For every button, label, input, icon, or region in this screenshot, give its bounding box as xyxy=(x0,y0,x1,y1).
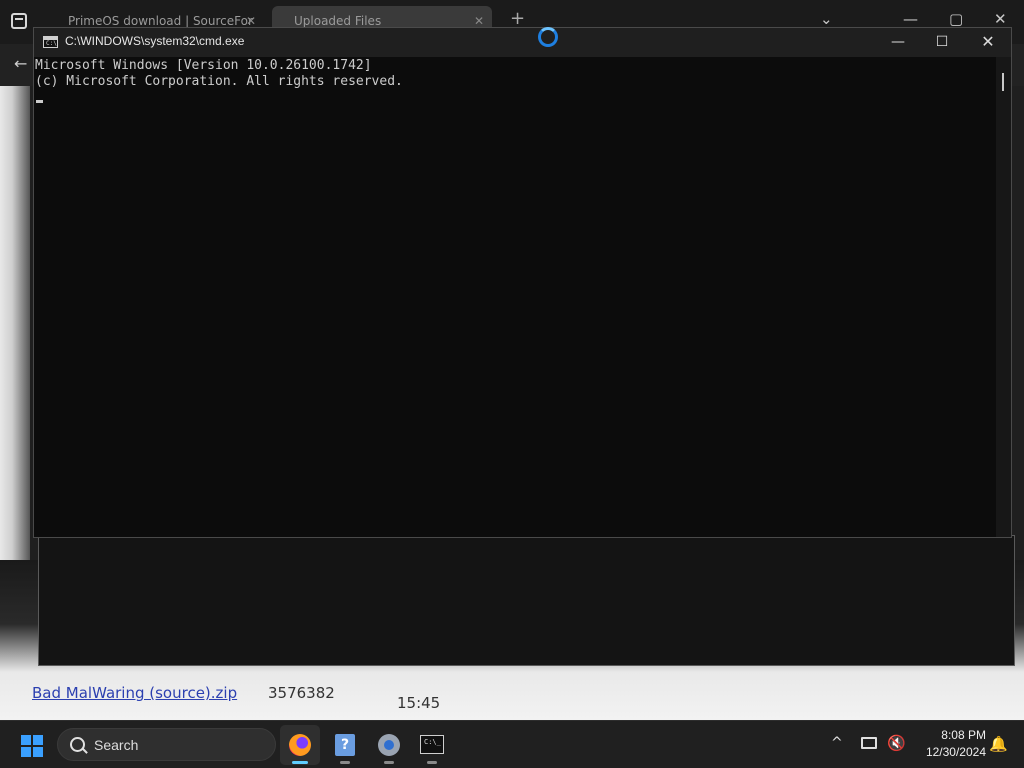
tab-label: PrimeOS download | SourceFor xyxy=(68,14,253,28)
firefox-icon xyxy=(289,734,311,756)
background-dialog xyxy=(38,535,1015,666)
taskbar-app-terminal[interactable]: C:\_ xyxy=(412,725,452,765)
running-indicator xyxy=(427,761,437,764)
cmd-scrollbar[interactable] xyxy=(996,57,1011,537)
settings-gear-icon xyxy=(378,734,400,756)
help-icon: ? xyxy=(335,734,355,756)
tab-list-button[interactable]: ⌄ xyxy=(820,10,833,28)
running-indicator xyxy=(292,761,308,764)
taskbar-search-box[interactable]: Search xyxy=(57,728,276,761)
tab-label: Uploaded Files xyxy=(294,14,382,28)
taskbar: Search ? C:\_ ^ 🔇 8:08 PM 12/30/2024 🔔 xyxy=(0,720,1024,768)
browser-minimize-button[interactable]: — xyxy=(903,10,918,28)
show-hidden-icons-chevron-icon[interactable]: ^ xyxy=(831,735,843,751)
cmd-minimize-button[interactable]: — xyxy=(876,30,920,54)
file-size: 3576382 xyxy=(268,684,335,702)
file-download-link[interactable]: Bad MalWaring (source).zip xyxy=(32,684,237,702)
taskbar-app-help[interactable]: ? xyxy=(325,725,365,765)
scrollbar-thumb[interactable] xyxy=(1002,73,1004,91)
cmd-window[interactable]: C:\ C:\WINDOWS\system32\cmd.exe — ☐ ✕ Mi… xyxy=(33,27,1012,538)
cmd-window-title: C:\WINDOWS\system32\cmd.exe xyxy=(65,34,245,48)
search-label: Search xyxy=(94,737,139,753)
volume-muted-icon[interactable]: 🔇 xyxy=(887,734,906,752)
running-indicator xyxy=(384,761,394,764)
cmd-close-button[interactable]: ✕ xyxy=(966,30,1010,54)
console-line: (c) Microsoft Corporation. All rights re… xyxy=(35,74,403,89)
cmd-app-icon[interactable]: C:\ xyxy=(43,36,58,48)
browser-close-button[interactable]: ✕ xyxy=(994,10,1007,28)
clock-time: 8:08 PM xyxy=(941,728,986,742)
cmd-console-output[interactable]: Microsoft Windows [Version 10.0.26100.17… xyxy=(34,57,994,537)
text-cursor xyxy=(36,100,43,103)
new-tab-button[interactable]: + xyxy=(510,8,525,29)
cmd-title-bar[interactable]: C:\ C:\WINDOWS\system32\cmd.exe — ☐ ✕ xyxy=(34,28,1011,57)
file-time: 15:45 xyxy=(397,694,441,712)
cmd-maximize-button[interactable]: ☐ xyxy=(920,30,964,54)
busy-cursor-icon xyxy=(538,27,558,47)
tab-overview-icon[interactable] xyxy=(11,13,27,29)
taskbar-app-settings[interactable] xyxy=(369,725,409,765)
running-indicator xyxy=(340,761,350,764)
network-icon[interactable] xyxy=(861,737,877,749)
notification-bell-icon[interactable]: 🔔 xyxy=(989,735,1008,753)
system-clock[interactable]: 8:08 PM 12/30/2024 xyxy=(912,727,986,761)
browser-maximize-button[interactable]: ▢ xyxy=(949,10,963,28)
clock-date: 12/30/2024 xyxy=(925,745,986,759)
taskbar-app-firefox[interactable] xyxy=(280,725,320,765)
windows-start-icon[interactable] xyxy=(21,735,43,757)
back-arrow-icon[interactable]: ← xyxy=(14,54,27,73)
console-line: Microsoft Windows [Version 10.0.26100.17… xyxy=(35,58,372,73)
search-icon xyxy=(70,737,85,752)
terminal-icon: C:\_ xyxy=(420,735,444,754)
